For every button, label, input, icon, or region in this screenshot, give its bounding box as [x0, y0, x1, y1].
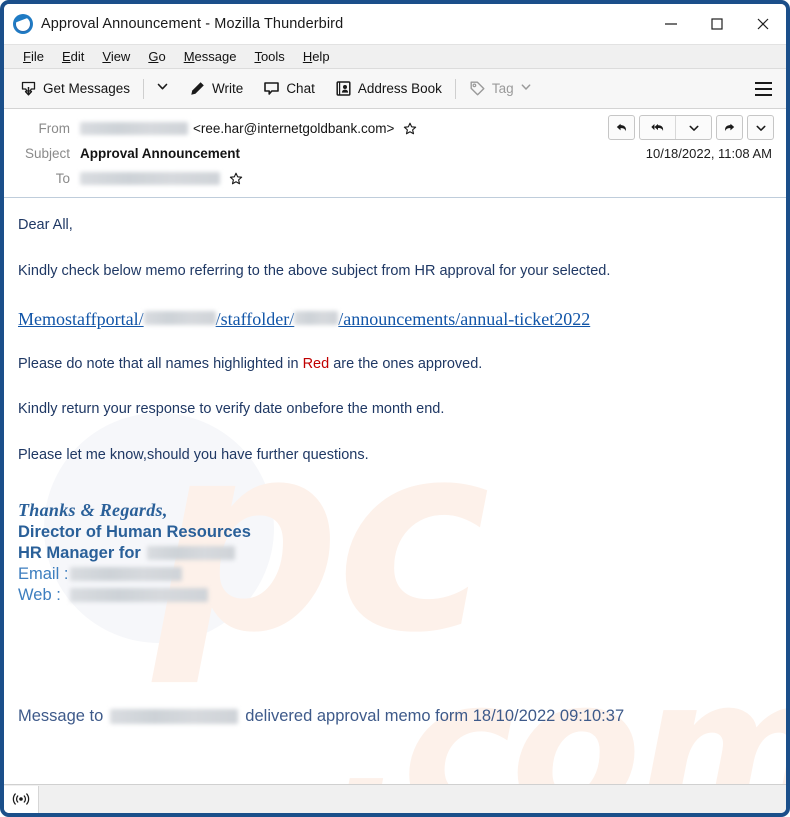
forward-button[interactable]: [716, 115, 743, 140]
header-row-to: To: [4, 166, 786, 191]
close-button[interactable]: [740, 4, 786, 44]
link-redacted-2: [294, 311, 339, 326]
more-actions-button[interactable]: [747, 115, 774, 140]
contact-card-icon: [335, 80, 352, 97]
signature-title-1-text: Director of Human Resources: [18, 522, 251, 541]
tag-label: Tag: [491, 81, 514, 96]
delivery-note-redacted: [110, 709, 239, 724]
signature-email-label: Email :: [18, 564, 69, 583]
paragraph-2-after: are the ones approved.: [329, 355, 483, 372]
hamburger-icon-line-1: [754, 81, 772, 84]
signature-web-label: Web :: [18, 585, 61, 604]
greeting-line: Dear All,: [18, 217, 73, 233]
link-redacted-1: [143, 311, 216, 326]
signature-title-1: Director of Human Resources: [18, 522, 772, 543]
signature-web-redacted: [70, 588, 208, 603]
memo-portal-link[interactable]: Memostaffportal/ /staffolder/ /announcem…: [18, 307, 590, 331]
menu-bar: File Edit View Go Message Tools Help: [4, 44, 786, 69]
message-date: 10/18/2022, 11:08 AM: [645, 146, 772, 161]
hamburger-icon-line-3: [754, 93, 772, 96]
to-value[interactable]: [80, 172, 243, 186]
to-redacted: [80, 172, 220, 185]
message-body: pc .com Dear All, Kindly check below mem…: [4, 198, 786, 784]
paragraph-1: Kindly check below memo referring to the…: [18, 262, 611, 279]
to-star-icon[interactable]: [229, 172, 243, 186]
signature-email-row: Email :: [18, 564, 772, 585]
thunderbird-logo-icon: [13, 14, 33, 34]
paragraph-2: Please do note that all names highlighte…: [18, 355, 772, 375]
from-label: From: [38, 121, 71, 136]
minimize-button[interactable]: [648, 4, 694, 44]
chevron-down-icon: [520, 81, 532, 96]
paragraph-3: Kindly return your response to verify da…: [18, 401, 445, 418]
tag-icon: [469, 80, 486, 97]
from-star-icon[interactable]: [403, 122, 417, 136]
signature-title-2: HR Manager for: [18, 543, 772, 564]
broadcast-icon[interactable]: [4, 785, 39, 813]
address-book-button[interactable]: Address Book: [329, 75, 448, 103]
inbox-download-icon: [20, 80, 37, 97]
menu-item-edit[interactable]: Edit: [53, 45, 93, 68]
toolbar-divider-2: [454, 78, 456, 99]
app-menu-button[interactable]: [750, 76, 776, 102]
delivery-note: Message to delivered approval memo form …: [18, 707, 624, 726]
message-action-buttons: [608, 115, 774, 140]
to-label: To: [55, 171, 70, 186]
thunderbird-window: Approval Announcement - Mozilla Thunderb…: [0, 0, 790, 817]
paragraph-4: Please let me know,should you have furth…: [18, 446, 369, 463]
email-signature: Thanks & Regards, Director of Human Reso…: [18, 499, 772, 605]
email-content: Dear All, Kindly check below memo referr…: [18, 216, 772, 606]
get-messages-dropdown[interactable]: [151, 75, 173, 103]
signature-thanks: Thanks & Regards,: [18, 500, 168, 521]
from-address: <ree.har@internetgoldbank.com>: [193, 121, 395, 136]
pencil-icon: [189, 80, 206, 97]
link-part-1: Memostaffportal/: [18, 309, 144, 330]
subject-label: Subject: [24, 146, 70, 161]
signature-company-redacted: [146, 546, 235, 561]
window-controls: [648, 4, 786, 44]
link-part-3: /announcements/annual-ticket2022: [338, 309, 591, 330]
window-title: Approval Announcement - Mozilla Thunderb…: [41, 16, 344, 32]
paragraph-2-before: Please do note that all names highlighte…: [18, 355, 303, 372]
subject-value: Approval Announcement: [80, 146, 241, 161]
reply-button[interactable]: [608, 115, 635, 140]
hamburger-icon-line-2: [754, 87, 772, 90]
chat-button[interactable]: Chat: [257, 75, 321, 103]
from-value[interactable]: <ree.har@internetgoldbank.com>: [80, 121, 417, 136]
from-name-redacted: [80, 122, 188, 135]
delivery-note-before: Message to: [18, 707, 104, 725]
maximize-button[interactable]: [694, 4, 740, 44]
reply-all-button[interactable]: [640, 116, 675, 139]
menu-item-help[interactable]: Help: [294, 45, 339, 68]
main-toolbar: Get Messages Write Chat Address Book Tag: [4, 69, 786, 109]
menu-item-message[interactable]: Message: [175, 45, 246, 68]
delivery-note-after: delivered approval memo form 18/10/2022 …: [245, 707, 625, 725]
red-highlight-word: Red: [302, 355, 330, 372]
memo-link-line: Memostaffportal/ /staffolder/ /announcem…: [18, 307, 772, 332]
reply-menu-button[interactable]: [675, 116, 711, 139]
write-label: Write: [212, 81, 244, 96]
signature-email-redacted: [70, 567, 182, 582]
signature-web-row: Web :: [18, 585, 772, 606]
menu-item-file[interactable]: File: [14, 45, 53, 68]
reply-all-group: [639, 115, 712, 140]
chevron-down-icon: [156, 80, 169, 98]
tag-button[interactable]: Tag: [463, 75, 538, 103]
status-bar: [4, 784, 786, 813]
speech-bubble-icon: [263, 80, 280, 97]
chat-label: Chat: [286, 81, 315, 96]
menu-item-tools[interactable]: Tools: [245, 45, 293, 68]
menu-item-view[interactable]: View: [93, 45, 139, 68]
write-button[interactable]: Write: [183, 75, 249, 103]
get-messages-button[interactable]: Get Messages: [14, 75, 136, 103]
title-bar: Approval Announcement - Mozilla Thunderb…: [4, 4, 786, 44]
address-book-label: Address Book: [357, 81, 442, 96]
message-header: From <ree.har@internetgoldbank.com> Subj…: [4, 109, 786, 198]
get-messages-label: Get Messages: [43, 81, 131, 96]
signature-title-2-text: HR Manager for: [18, 543, 141, 562]
menu-item-go[interactable]: Go: [139, 45, 174, 68]
toolbar-divider-1: [143, 78, 145, 99]
link-part-2: /staffolder/: [215, 309, 295, 330]
